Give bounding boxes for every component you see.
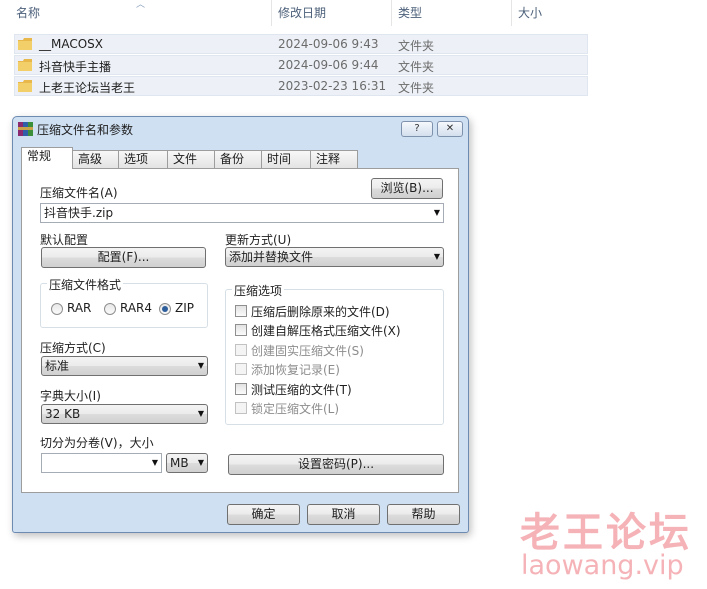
file-type: 文件夹 bbox=[398, 81, 435, 95]
checkbox-test-label: 测试压缩的文件(T) bbox=[251, 383, 352, 397]
file-row-macosx[interactable]: __MACOSX 2024-09-06 9:43 文件夹 bbox=[14, 34, 588, 54]
tab-comment[interactable]: 注释 bbox=[310, 150, 358, 169]
split-volume-label: 切分为分卷(V)，大小 bbox=[40, 436, 154, 450]
file-date: 2023-02-23 16:31 bbox=[278, 79, 387, 93]
checkbox-lock bbox=[235, 402, 247, 414]
file-type: 文件夹 bbox=[398, 39, 435, 53]
folder-icon bbox=[18, 38, 32, 50]
profile-button[interactable]: 配置(F)... bbox=[41, 247, 206, 268]
file-date: 2024-09-06 9:43 bbox=[278, 37, 379, 51]
update-mode-label: 更新方式(U) bbox=[225, 233, 292, 247]
file-name: __MACOSX bbox=[39, 37, 104, 51]
browse-button[interactable]: 浏览(B)... bbox=[371, 178, 443, 199]
checkbox-solid-label: 创建固实压缩文件(S) bbox=[251, 344, 364, 358]
file-row-laowang[interactable]: 上老王论坛当老王 2023-02-23 16:31 文件夹 bbox=[14, 76, 588, 96]
file-row-douyin[interactable]: 抖音快手主播 2024-09-06 9:44 文件夹 bbox=[14, 55, 588, 75]
radio-zip[interactable] bbox=[159, 303, 171, 315]
checkbox-recovery-label: 添加恢复记录(E) bbox=[251, 363, 340, 377]
folder-icon bbox=[18, 59, 32, 71]
chevron-down-icon: ▼ bbox=[197, 458, 204, 467]
update-mode-select[interactable]: 添加并替换文件 ▼ bbox=[225, 247, 444, 267]
checkbox-sfx-label: 创建自解压格式压缩文件(X) bbox=[251, 324, 401, 338]
checkbox-test[interactable] bbox=[235, 383, 247, 395]
default-profile-label: 默认配置 bbox=[40, 233, 89, 247]
options-group: 压缩选项 压缩后删除原来的文件(D) 创建自解压格式压缩文件(X) 创建固实压缩… bbox=[225, 282, 444, 425]
winrar-icon bbox=[18, 122, 33, 136]
tab-advanced[interactable]: 高级 bbox=[72, 150, 119, 169]
ok-button[interactable]: 确定 bbox=[227, 504, 300, 525]
column-date-header[interactable]: 修改日期 bbox=[272, 0, 392, 26]
checkbox-solid bbox=[235, 344, 247, 356]
title-help-button[interactable]: ? bbox=[401, 121, 433, 137]
radio-rar[interactable] bbox=[51, 303, 63, 315]
folder-icon bbox=[18, 80, 32, 92]
radio-rar4-label: RAR4 bbox=[120, 301, 153, 315]
tab-general[interactable]: 常规 bbox=[21, 147, 73, 169]
tab-options[interactable]: 选项 bbox=[118, 150, 168, 169]
checkbox-lock-label: 锁定压缩文件(L) bbox=[251, 402, 340, 416]
set-password-button[interactable]: 设置密码(P)... bbox=[228, 454, 444, 475]
general-panel: 压缩文件名(A) 浏览(B)... 抖音快手.zip ▼ 默认配置 配置(F).… bbox=[21, 168, 459, 493]
file-date: 2024-09-06 9:44 bbox=[278, 58, 379, 72]
chevron-down-icon[interactable]: ▼ bbox=[434, 204, 440, 222]
method-label: 压缩方式(C) bbox=[40, 341, 106, 355]
dialog-titlebar[interactable]: 压缩文件名和参数 ? ✕ bbox=[13, 117, 468, 141]
watermark-en: laowang.vip bbox=[521, 550, 684, 581]
column-size-header[interactable]: 大小 bbox=[512, 0, 595, 26]
tab-files[interactable]: 文件 bbox=[167, 150, 215, 169]
archive-name-input[interactable]: 抖音快手.zip ▼ bbox=[40, 203, 444, 223]
format-group-title: 压缩文件格式 bbox=[47, 276, 124, 293]
radio-rar-label: RAR bbox=[67, 301, 92, 315]
close-icon[interactable]: ✕ bbox=[437, 121, 463, 137]
chevron-down-icon: ▼ bbox=[197, 409, 204, 418]
dict-size-label: 字典大小(I) bbox=[40, 389, 101, 403]
split-size-input[interactable]: ▼ bbox=[41, 453, 162, 473]
format-group: 压缩文件格式 RAR RAR4 ZIP bbox=[40, 276, 208, 328]
file-type: 文件夹 bbox=[398, 60, 435, 74]
checkbox-sfx[interactable] bbox=[235, 324, 247, 336]
dict-size-select[interactable]: 32 KB ▼ bbox=[41, 404, 208, 424]
chevron-down-icon: ▼ bbox=[197, 361, 204, 370]
file-name: 抖音快手主播 bbox=[39, 60, 112, 74]
chevron-down-icon[interactable]: ▼ bbox=[152, 454, 158, 472]
tab-time[interactable]: 时间 bbox=[261, 150, 311, 169]
column-type-header[interactable]: 类型 bbox=[392, 0, 512, 26]
column-header: 名称 ︿ 修改日期 类型 大小 bbox=[0, 0, 595, 26]
archive-dialog: 压缩文件名和参数 ? ✕ 常规 高级 选项 文件 备份 时间 注释 压缩文件名(… bbox=[12, 116, 469, 533]
radio-rar4[interactable] bbox=[104, 303, 116, 315]
dialog-title: 压缩文件名和参数 bbox=[37, 123, 134, 137]
chevron-down-icon: ▼ bbox=[433, 252, 440, 261]
cancel-button[interactable]: 取消 bbox=[307, 504, 380, 525]
radio-zip-label: ZIP bbox=[175, 301, 194, 315]
split-unit-select[interactable]: MB ▼ bbox=[166, 453, 208, 473]
archive-name-label: 压缩文件名(A) bbox=[40, 186, 118, 200]
help-button[interactable]: 帮助 bbox=[387, 504, 460, 525]
file-name: 上老王论坛当老王 bbox=[39, 81, 136, 95]
checkbox-recovery bbox=[235, 363, 247, 375]
checkbox-delete-after-label: 压缩后删除原来的文件(D) bbox=[251, 305, 390, 319]
sort-ascending-icon: ︿ bbox=[136, 0, 146, 10]
checkbox-delete-after[interactable] bbox=[235, 305, 247, 317]
options-group-title: 压缩选项 bbox=[232, 282, 285, 299]
tab-backup[interactable]: 备份 bbox=[214, 150, 262, 169]
method-select[interactable]: 标准 ▼ bbox=[41, 356, 208, 376]
